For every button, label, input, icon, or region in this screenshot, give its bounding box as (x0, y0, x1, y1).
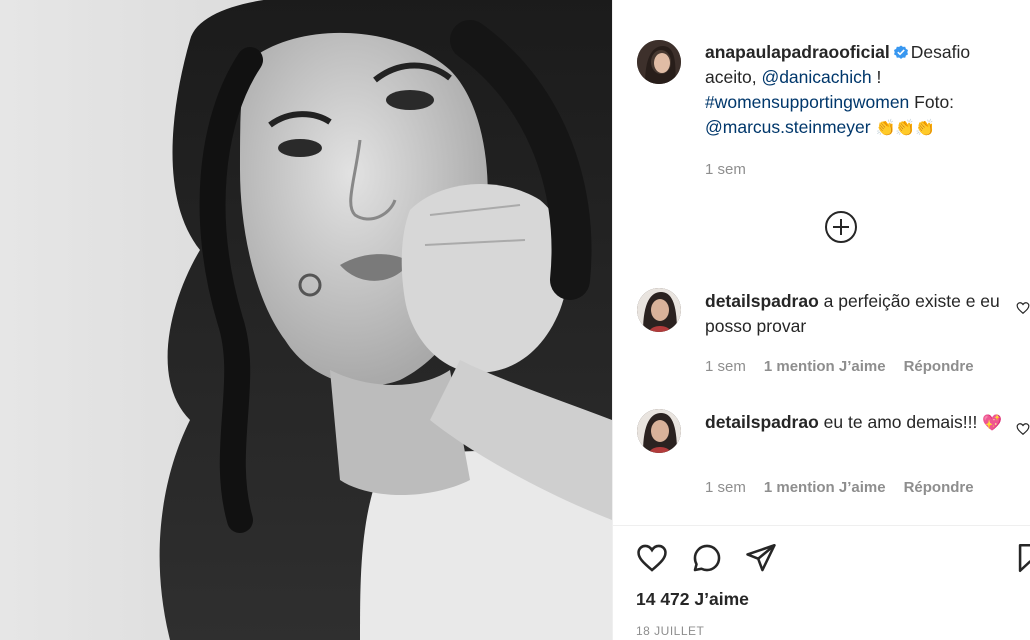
heart-outline-icon (637, 544, 667, 572)
commenter-avatar[interactable] (637, 409, 681, 453)
load-more-comments-button[interactable] (824, 210, 858, 244)
reply-button[interactable]: Répondre (904, 358, 974, 375)
author-avatar[interactable] (637, 40, 681, 84)
likes-count[interactable]: 14 472 J’aime (636, 589, 749, 610)
post-caption: anapaulapadraooficial Desafio aceito, @da… (705, 40, 1005, 141)
add-circle-icon (825, 211, 857, 243)
author-avatar-image (637, 40, 681, 84)
comment-username[interactable]: detailspadrao (705, 412, 819, 432)
portrait-image (0, 0, 612, 640)
commenter-avatar[interactable] (637, 288, 681, 332)
comment-like-button[interactable] (1016, 301, 1030, 315)
mention-link[interactable]: @marcus.steinmeyer (705, 117, 871, 137)
comment-text: eu te amo demais!!! (823, 412, 983, 432)
comment-1-meta: 1 sem 1 mention J’aime Répondre (705, 358, 974, 375)
heart-outline-icon (1016, 423, 1030, 436)
clap-emoji: 👏👏👏 (875, 120, 936, 137)
caption-text: Foto: (909, 92, 955, 112)
reply-button[interactable]: Répondre (904, 479, 974, 496)
comment-2: detailspadrao eu te amo demais!!! 💖 (705, 410, 1005, 436)
post-side-panel: anapaulapadraooficial Desafio aceito, @da… (613, 0, 1030, 640)
comment-button[interactable] (690, 541, 724, 575)
comment-like-button[interactable] (1016, 422, 1030, 436)
heart-emoji: 💖 (982, 415, 1003, 432)
like-button[interactable] (635, 541, 669, 575)
heart-outline-icon (1016, 302, 1030, 315)
bookmark-icon (1018, 543, 1030, 573)
share-button[interactable] (744, 541, 778, 575)
save-button[interactable] (1013, 541, 1030, 575)
commenter-avatar-image (637, 409, 681, 453)
caption-time: 1 sem (705, 161, 746, 178)
comment-2-meta: 1 sem 1 mention J’aime Répondre (705, 479, 974, 496)
author-username[interactable]: anapaulapadraooficial (705, 42, 890, 62)
caption-text: ! (871, 67, 882, 87)
comment-likes-count[interactable]: 1 mention J’aime (764, 358, 886, 375)
verified-icon (893, 42, 909, 59)
caption-timestamp[interactable]: 1 sem (705, 161, 746, 178)
comment-1: detailspadrao a perfeição existe e eu po… (705, 289, 1005, 339)
share-icon (746, 543, 776, 572)
comment-timestamp[interactable]: 1 sem (705, 358, 746, 375)
comment-username[interactable]: detailspadrao (705, 291, 819, 311)
mention-link[interactable]: @danicachich (761, 67, 871, 87)
commenter-avatar-image (637, 288, 681, 332)
comment-icon (693, 544, 721, 572)
post-date[interactable]: 18 JUILLET (636, 624, 704, 638)
post-photo[interactable] (0, 0, 612, 640)
comment-likes-count[interactable]: 1 mention J’aime (764, 479, 886, 496)
actions-separator (613, 525, 1030, 526)
hashtag-link[interactable]: #womensupportingwomen (705, 92, 909, 112)
comment-timestamp[interactable]: 1 sem (705, 479, 746, 496)
